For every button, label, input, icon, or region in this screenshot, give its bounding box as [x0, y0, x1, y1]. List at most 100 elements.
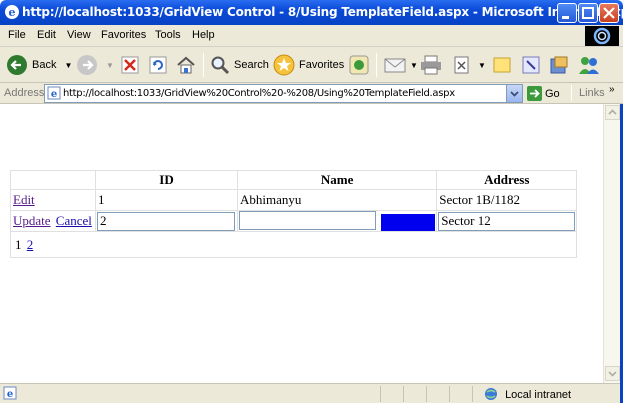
command-cell: Edit	[10, 189, 96, 211]
toolbar-separator	[376, 53, 377, 77]
name-edit-cell	[236, 210, 438, 232]
minimize-icon	[562, 16, 569, 19]
chevron-up-icon	[608, 109, 617, 115]
pager-cell: 1 2	[9, 231, 578, 258]
mail-button[interactable]: ▼	[384, 51, 418, 79]
address-input[interactable]	[438, 211, 576, 231]
forward-button[interactable]: ▼	[76, 51, 114, 79]
status-pane	[403, 386, 404, 402]
pager-page-link[interactable]: 2	[27, 237, 34, 252]
address-field[interactable]: e http://localhost:1033/GridView%20Contr…	[44, 84, 523, 103]
select-button[interactable]	[381, 213, 436, 231]
printer-icon	[421, 55, 441, 75]
go-button[interactable]: Go	[527, 86, 560, 101]
page-icon: e	[47, 86, 61, 100]
name-cell: Abhimanyu	[236, 189, 438, 211]
discuss-icon	[493, 57, 511, 73]
column-header-address: Address	[436, 170, 578, 190]
back-button[interactable]: Back ▼	[6, 51, 72, 79]
svg-text:e: e	[51, 89, 57, 100]
table-header-row: ID Name Address	[10, 170, 578, 190]
update-link[interactable]: Update	[13, 213, 51, 228]
gridview-table: ID Name Address Edit 1 Abhimanyu Sector …	[9, 170, 578, 258]
security-zone: Local intranet	[484, 387, 571, 401]
chevron-down-icon[interactable]: ▼	[410, 61, 418, 70]
pager-row: 1 2	[9, 231, 578, 258]
column-header-command	[10, 170, 96, 190]
chevron-down-icon	[510, 91, 519, 97]
chevron-down-icon[interactable]: ▼	[478, 61, 486, 70]
favorites-button[interactable]: Favorites	[273, 51, 344, 79]
print-button[interactable]	[420, 51, 442, 79]
discuss-button[interactable]	[492, 51, 512, 79]
media-button[interactable]	[349, 51, 369, 79]
address-dropdown[interactable]	[506, 85, 522, 102]
minimize-button[interactable]	[557, 3, 577, 23]
table-row-editing: Update Cancel	[10, 210, 578, 232]
edit-link[interactable]: Edit	[13, 192, 35, 207]
status-pane	[472, 386, 473, 402]
name-input[interactable]	[239, 211, 376, 231]
close-icon	[603, 7, 615, 19]
id-cell: 1	[95, 189, 238, 211]
toolbar: Back ▼ ▼ Search Favorites ▼ ▼	[0, 47, 623, 83]
menu-favorites[interactable]: Favorites	[101, 29, 146, 41]
forward-arrow-icon	[77, 55, 97, 75]
back-arrow-icon	[7, 55, 27, 75]
menu-bar: File Edit View Favorites Tools Help	[0, 25, 623, 47]
svg-text:e: e	[7, 389, 13, 400]
star-icon	[273, 54, 295, 76]
back-label: Back	[32, 59, 57, 71]
maximize-icon	[582, 7, 594, 19]
stop-button[interactable]	[121, 51, 139, 79]
vertical-scrollbar[interactable]	[603, 104, 620, 383]
go-label: Go	[545, 87, 560, 100]
status-pane	[449, 386, 450, 402]
home-icon	[177, 56, 195, 74]
refresh-button[interactable]	[149, 51, 167, 79]
cancel-link[interactable]: Cancel	[56, 213, 92, 228]
search-button[interactable]: Search	[210, 51, 269, 79]
messenger-button[interactable]	[521, 51, 541, 79]
ie-icon: e	[5, 5, 19, 19]
users-icon	[579, 57, 599, 74]
table-row: Edit 1 Abhimanyu Sector 1B/1182	[10, 189, 578, 211]
search-label: Search	[234, 59, 269, 71]
favorites-label: Favorites	[299, 59, 345, 71]
research-icon	[522, 56, 540, 74]
column-header-id: ID	[95, 170, 238, 190]
home-button[interactable]	[176, 51, 196, 79]
menu-edit[interactable]: Edit	[37, 29, 56, 41]
menu-view[interactable]: View	[67, 29, 91, 41]
chevron-right-icon[interactable]: »	[609, 84, 615, 95]
mail-icon	[384, 58, 406, 73]
status-pane	[426, 386, 427, 402]
users-button[interactable]	[578, 51, 600, 79]
edit-page-icon	[454, 56, 469, 74]
command-cell: Update Cancel	[10, 210, 96, 232]
id-input[interactable]	[97, 211, 235, 231]
menu-file[interactable]: File	[8, 29, 26, 41]
menu-tools[interactable]: Tools	[155, 29, 181, 41]
status-bar: e Local intranet	[0, 383, 620, 403]
windows-logo	[585, 26, 619, 46]
maximize-button[interactable]	[578, 3, 598, 23]
tools-button[interactable]	[549, 51, 569, 79]
tools-icon	[550, 56, 568, 74]
id-edit-cell	[95, 210, 238, 232]
refresh-icon	[149, 56, 167, 74]
chevron-down-icon[interactable]: ▼	[106, 61, 114, 70]
stop-icon	[121, 56, 139, 74]
edit-button[interactable]: ▼	[452, 51, 486, 79]
svg-text:e: e	[9, 6, 16, 19]
menu-help[interactable]: Help	[192, 29, 215, 41]
toolbar-separator	[203, 53, 204, 77]
links-label[interactable]: Links	[579, 87, 605, 99]
close-button[interactable]	[599, 3, 619, 23]
chevron-down-icon	[608, 371, 617, 377]
search-icon	[211, 56, 230, 75]
scroll-down-button[interactable]	[605, 366, 620, 381]
scroll-up-button[interactable]	[605, 105, 620, 120]
column-header-name: Name	[236, 170, 438, 190]
chevron-down-icon[interactable]: ▼	[64, 61, 72, 70]
